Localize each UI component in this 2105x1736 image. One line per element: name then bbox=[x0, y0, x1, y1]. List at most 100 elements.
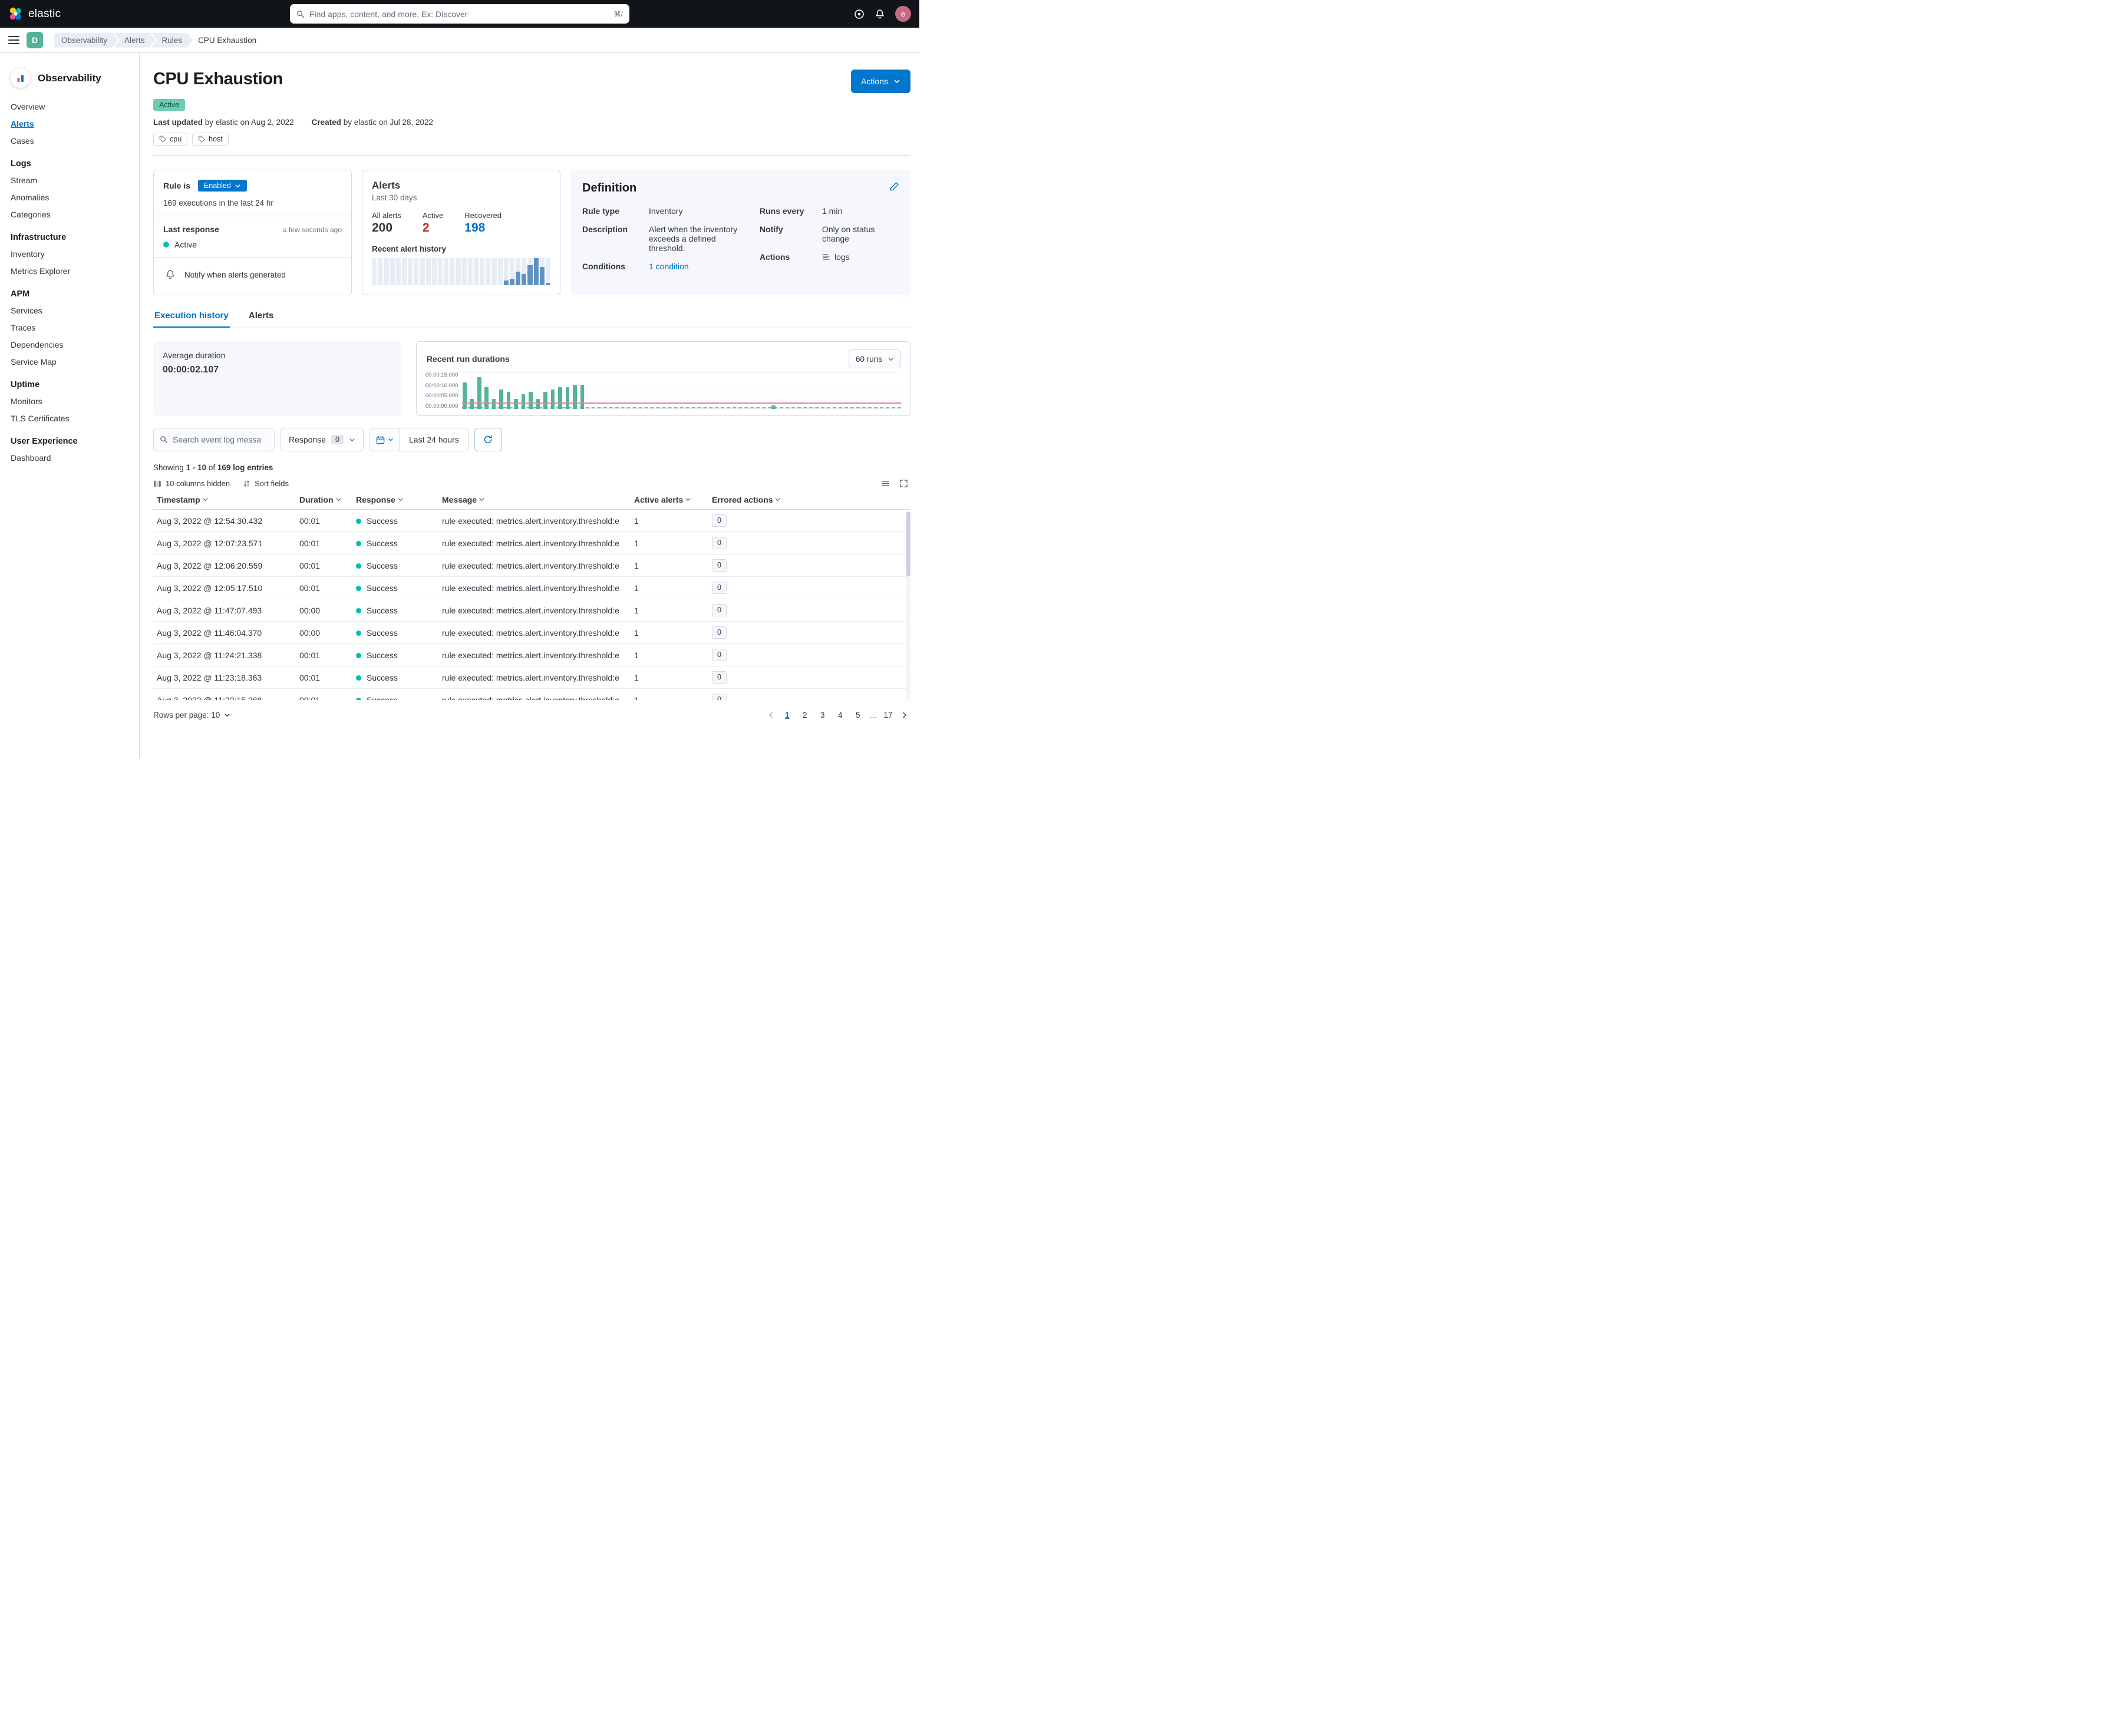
sidebar-item-tls-certificates[interactable]: TLS Certificates bbox=[11, 414, 128, 423]
sidebar-item-service-map[interactable]: Service Map bbox=[11, 357, 128, 367]
global-search-input[interactable] bbox=[309, 9, 609, 19]
sidebar-item-dashboard[interactable]: Dashboard bbox=[11, 453, 128, 463]
next-page-button[interactable] bbox=[898, 711, 910, 719]
conditions-link[interactable]: 1 condition bbox=[649, 262, 750, 271]
page-4[interactable]: 4 bbox=[833, 707, 848, 722]
cell-response: Success bbox=[351, 555, 437, 577]
global-search[interactable]: ⌘/ bbox=[290, 4, 629, 24]
event-log-search[interactable] bbox=[153, 428, 275, 451]
column-header-timestamp[interactable]: Timestamp bbox=[153, 493, 295, 510]
fullscreen-icon[interactable] bbox=[899, 479, 908, 488]
previous-page-button[interactable] bbox=[765, 711, 777, 719]
divider bbox=[153, 155, 910, 156]
table-row[interactable]: Aug 3, 2022 @ 11:24:21.33800:01Successru… bbox=[153, 644, 910, 666]
duration-bar bbox=[477, 377, 481, 409]
event-log-search-input[interactable] bbox=[173, 435, 268, 444]
notifications-icon[interactable] bbox=[875, 9, 885, 19]
guided-setup-icon[interactable] bbox=[854, 9, 865, 19]
column-header-active-alerts[interactable]: Active alerts bbox=[629, 493, 707, 510]
sidebar-item-alerts[interactable]: Alerts bbox=[11, 119, 128, 128]
alert-stat-all-alerts: All alerts200 bbox=[372, 211, 401, 235]
table-row[interactable]: Aug 3, 2022 @ 12:07:23.57100:01Successru… bbox=[153, 532, 910, 555]
tab-execution-history[interactable]: Execution history bbox=[153, 311, 230, 328]
page-1[interactable]: 1 bbox=[780, 707, 795, 722]
elastic-home-link[interactable]: elastic bbox=[8, 6, 61, 21]
tab-alerts[interactable]: Alerts bbox=[248, 311, 275, 328]
notify-value: Only on status change bbox=[822, 225, 899, 243]
breadcrumb-item-alerts[interactable]: Alerts bbox=[114, 33, 156, 48]
sidebar-item-cases[interactable]: Cases bbox=[11, 136, 128, 146]
page-5[interactable]: 5 bbox=[850, 707, 866, 722]
success-dot-icon bbox=[356, 608, 361, 613]
observability-logo-icon bbox=[11, 68, 30, 88]
table-row[interactable]: Aug 3, 2022 @ 11:46:04.37000:00Successru… bbox=[153, 622, 910, 644]
chevron-left-icon bbox=[767, 711, 775, 719]
table-row[interactable]: Aug 3, 2022 @ 12:06:20.55900:01Successru… bbox=[153, 555, 910, 577]
tag-icon bbox=[159, 136, 166, 143]
page-2[interactable]: 2 bbox=[797, 707, 813, 722]
table-row[interactable]: Aug 3, 2022 @ 12:54:30.43200:01Successru… bbox=[153, 510, 910, 532]
sidebar-item-dependencies[interactable]: Dependencies bbox=[11, 340, 128, 349]
history-day-slot bbox=[462, 258, 467, 285]
edit-definition-button[interactable] bbox=[889, 181, 899, 192]
history-day-slot bbox=[438, 258, 443, 285]
response-filter-button[interactable]: Response 0 bbox=[281, 428, 364, 451]
space-badge[interactable]: D bbox=[27, 32, 43, 48]
sidebar-item-traces[interactable]: Traces bbox=[11, 323, 128, 332]
success-dot-icon bbox=[356, 698, 361, 701]
column-header-errored-actions[interactable]: Errored actions bbox=[707, 493, 910, 510]
cell-duration: 00:01 bbox=[295, 577, 351, 599]
search-icon bbox=[160, 435, 168, 444]
sidebar-item-metrics-explorer[interactable]: Metrics Explorer bbox=[11, 266, 128, 276]
display-options-icon[interactable] bbox=[881, 479, 890, 488]
sidebar-item-inventory[interactable]: Inventory bbox=[11, 249, 128, 259]
date-quick-select-button[interactable] bbox=[370, 428, 400, 451]
tag-icon bbox=[198, 136, 205, 143]
user-avatar[interactable]: e bbox=[895, 6, 911, 22]
actions-button[interactable]: Actions bbox=[851, 70, 910, 93]
table-row[interactable]: Aug 3, 2022 @ 11:23:18.36300:01Successru… bbox=[153, 666, 910, 689]
tag-label: cpu bbox=[170, 135, 182, 143]
notify-label: Notify bbox=[760, 225, 811, 243]
history-bar bbox=[522, 274, 526, 285]
sidebar-item-services[interactable]: Services bbox=[11, 306, 128, 315]
table-row[interactable]: Aug 3, 2022 @ 12:05:17.51000:01Successru… bbox=[153, 577, 910, 599]
sidebar-item-monitors[interactable]: Monitors bbox=[11, 397, 128, 406]
sort-fields-button[interactable]: Sort fields bbox=[243, 479, 289, 488]
breadcrumb-item-observability[interactable]: Observability bbox=[54, 33, 118, 48]
history-day-slot bbox=[384, 258, 388, 285]
history-day-slot bbox=[408, 258, 413, 285]
sidebar-item-overview[interactable]: Overview bbox=[11, 102, 128, 111]
table-row[interactable]: Aug 3, 2022 @ 11:22:15.28800:01Successru… bbox=[153, 689, 910, 701]
sidebar-item-anomalies[interactable]: Anomalies bbox=[11, 193, 128, 202]
cell-response: Success bbox=[351, 577, 437, 599]
column-header-duration[interactable]: Duration bbox=[295, 493, 351, 510]
executions-count: 169 executions in the last 24 hr bbox=[163, 199, 342, 207]
cell-errored-actions: 0 bbox=[707, 666, 910, 689]
columns-hidden-button[interactable]: 10 columns hidden bbox=[153, 479, 230, 488]
breadcrumb-item-rules[interactable]: Rules bbox=[151, 33, 193, 48]
column-header-message[interactable]: Message bbox=[437, 493, 629, 510]
scrollbar-thumb[interactable] bbox=[906, 511, 910, 576]
sidebar-item-categories[interactable]: Categories bbox=[11, 210, 128, 219]
actions-value-label: logs bbox=[834, 252, 850, 262]
menu-icon[interactable] bbox=[8, 36, 19, 44]
refresh-button[interactable] bbox=[474, 428, 502, 451]
cell-duration: 00:01 bbox=[295, 532, 351, 555]
time-range-button[interactable]: Last 24 hours bbox=[400, 428, 468, 451]
errored-actions-badge: 0 bbox=[712, 582, 727, 594]
table-scrollbar[interactable] bbox=[906, 511, 910, 700]
page-17[interactable]: 17 bbox=[880, 707, 896, 722]
rule-enabled-dropdown[interactable]: Enabled bbox=[198, 180, 247, 192]
page-3[interactable]: 3 bbox=[815, 707, 830, 722]
cell-timestamp: Aug 3, 2022 @ 12:06:20.559 bbox=[153, 555, 295, 577]
column-header-response[interactable]: Response bbox=[351, 493, 437, 510]
history-day-slot bbox=[546, 258, 550, 285]
cell-timestamp: Aug 3, 2022 @ 12:05:17.510 bbox=[153, 577, 295, 599]
description-value: Alert when the inventory exceeds a defin… bbox=[649, 225, 750, 253]
history-day-slot bbox=[402, 258, 407, 285]
table-row[interactable]: Aug 3, 2022 @ 11:47:07.49300:00Successru… bbox=[153, 599, 910, 622]
runs-count-select[interactable]: 60 runs bbox=[849, 349, 901, 368]
rows-per-page-button[interactable]: Rows per page: 10 bbox=[153, 711, 230, 720]
sidebar-item-stream[interactable]: Stream bbox=[11, 176, 128, 185]
